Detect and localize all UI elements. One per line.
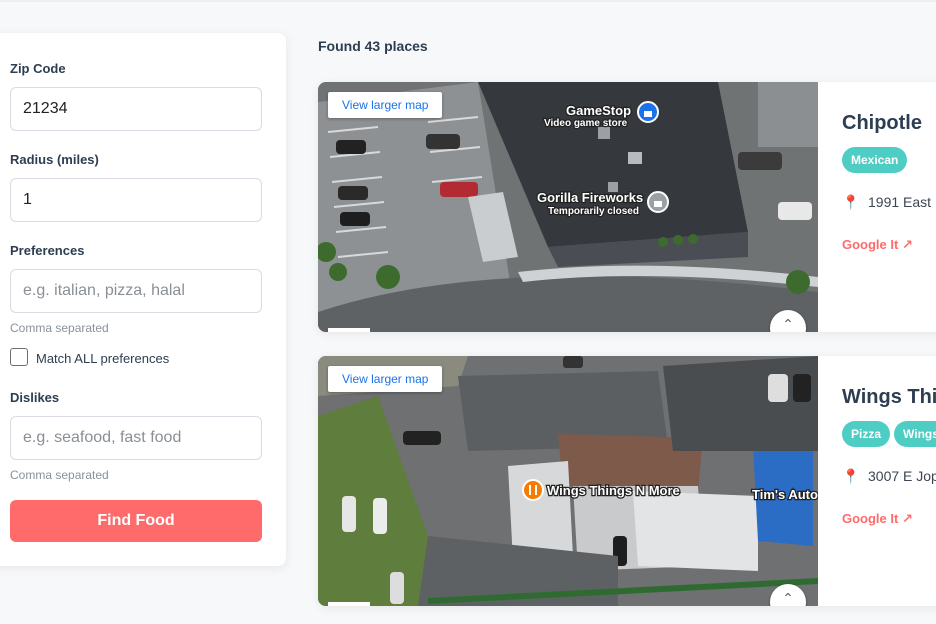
match-all-label[interactable]: Match ALL preferences	[36, 351, 169, 366]
location-pin-icon: 📍	[842, 194, 860, 210]
place-name: Chipotle	[842, 112, 922, 134]
view-larger-map-link[interactable]: View larger map	[328, 92, 443, 118]
google-it-link[interactable]: Google It ↗	[842, 511, 913, 527]
map-embed[interactable]: View larger map GameStop Video game stor…	[318, 82, 818, 332]
view-larger-map-link[interactable]: View larger map	[328, 366, 443, 392]
cuisine-tag: Pizza	[842, 421, 891, 447]
place-tags: Mexican	[842, 147, 911, 173]
match-all-checkbox[interactable]	[10, 348, 28, 366]
preferences-input[interactable]	[10, 269, 262, 313]
result-card: View larger map Wings Things N More Tim'…	[318, 356, 936, 606]
place-info: Chipotle Mexican 📍 1991 East Google It ↗	[842, 82, 936, 332]
cuisine-tag: Wings	[894, 421, 936, 447]
find-food-button[interactable]: Find Food	[10, 500, 262, 542]
results-count: Found 43 places	[318, 38, 428, 54]
zip-code-label: Zip Code	[10, 61, 66, 76]
address-text: 1991 East	[868, 194, 932, 210]
dislikes-hint: Comma separated	[10, 468, 109, 482]
place-name: Wings Thi	[842, 386, 936, 408]
address-text: 3007 E Jop	[868, 468, 936, 484]
result-card: View larger map GameStop Video game stor…	[318, 82, 936, 332]
cuisine-tag: Mexican	[842, 147, 908, 173]
preferences-label: Preferences	[10, 243, 85, 258]
satellite-map-image	[318, 82, 818, 332]
location-pin-icon: 📍	[842, 468, 860, 484]
radius-label: Radius (miles)	[10, 152, 99, 167]
preferences-hint: Comma separated	[10, 321, 109, 335]
satellite-map-image	[318, 356, 818, 606]
place-address: 📍 3007 E Jop	[842, 468, 936, 485]
place-address: 📍 1991 East	[842, 194, 931, 211]
google-it-link[interactable]: Google It ↗	[842, 237, 913, 253]
dislikes-input[interactable]	[10, 416, 262, 460]
dislikes-label: Dislikes	[10, 390, 60, 405]
map-embed[interactable]: View larger map Wings Things N More Tim'…	[318, 356, 818, 606]
top-border	[0, 0, 936, 2]
search-form-panel: Zip Code Radius (miles) Preferences Comm…	[0, 33, 286, 566]
radius-input[interactable]	[10, 178, 262, 222]
place-tags: Pizza Wings	[842, 421, 936, 447]
zip-code-input[interactable]	[10, 87, 262, 131]
place-info: Wings Thi Pizza Wings 📍 3007 E Jop Google …	[842, 356, 936, 606]
